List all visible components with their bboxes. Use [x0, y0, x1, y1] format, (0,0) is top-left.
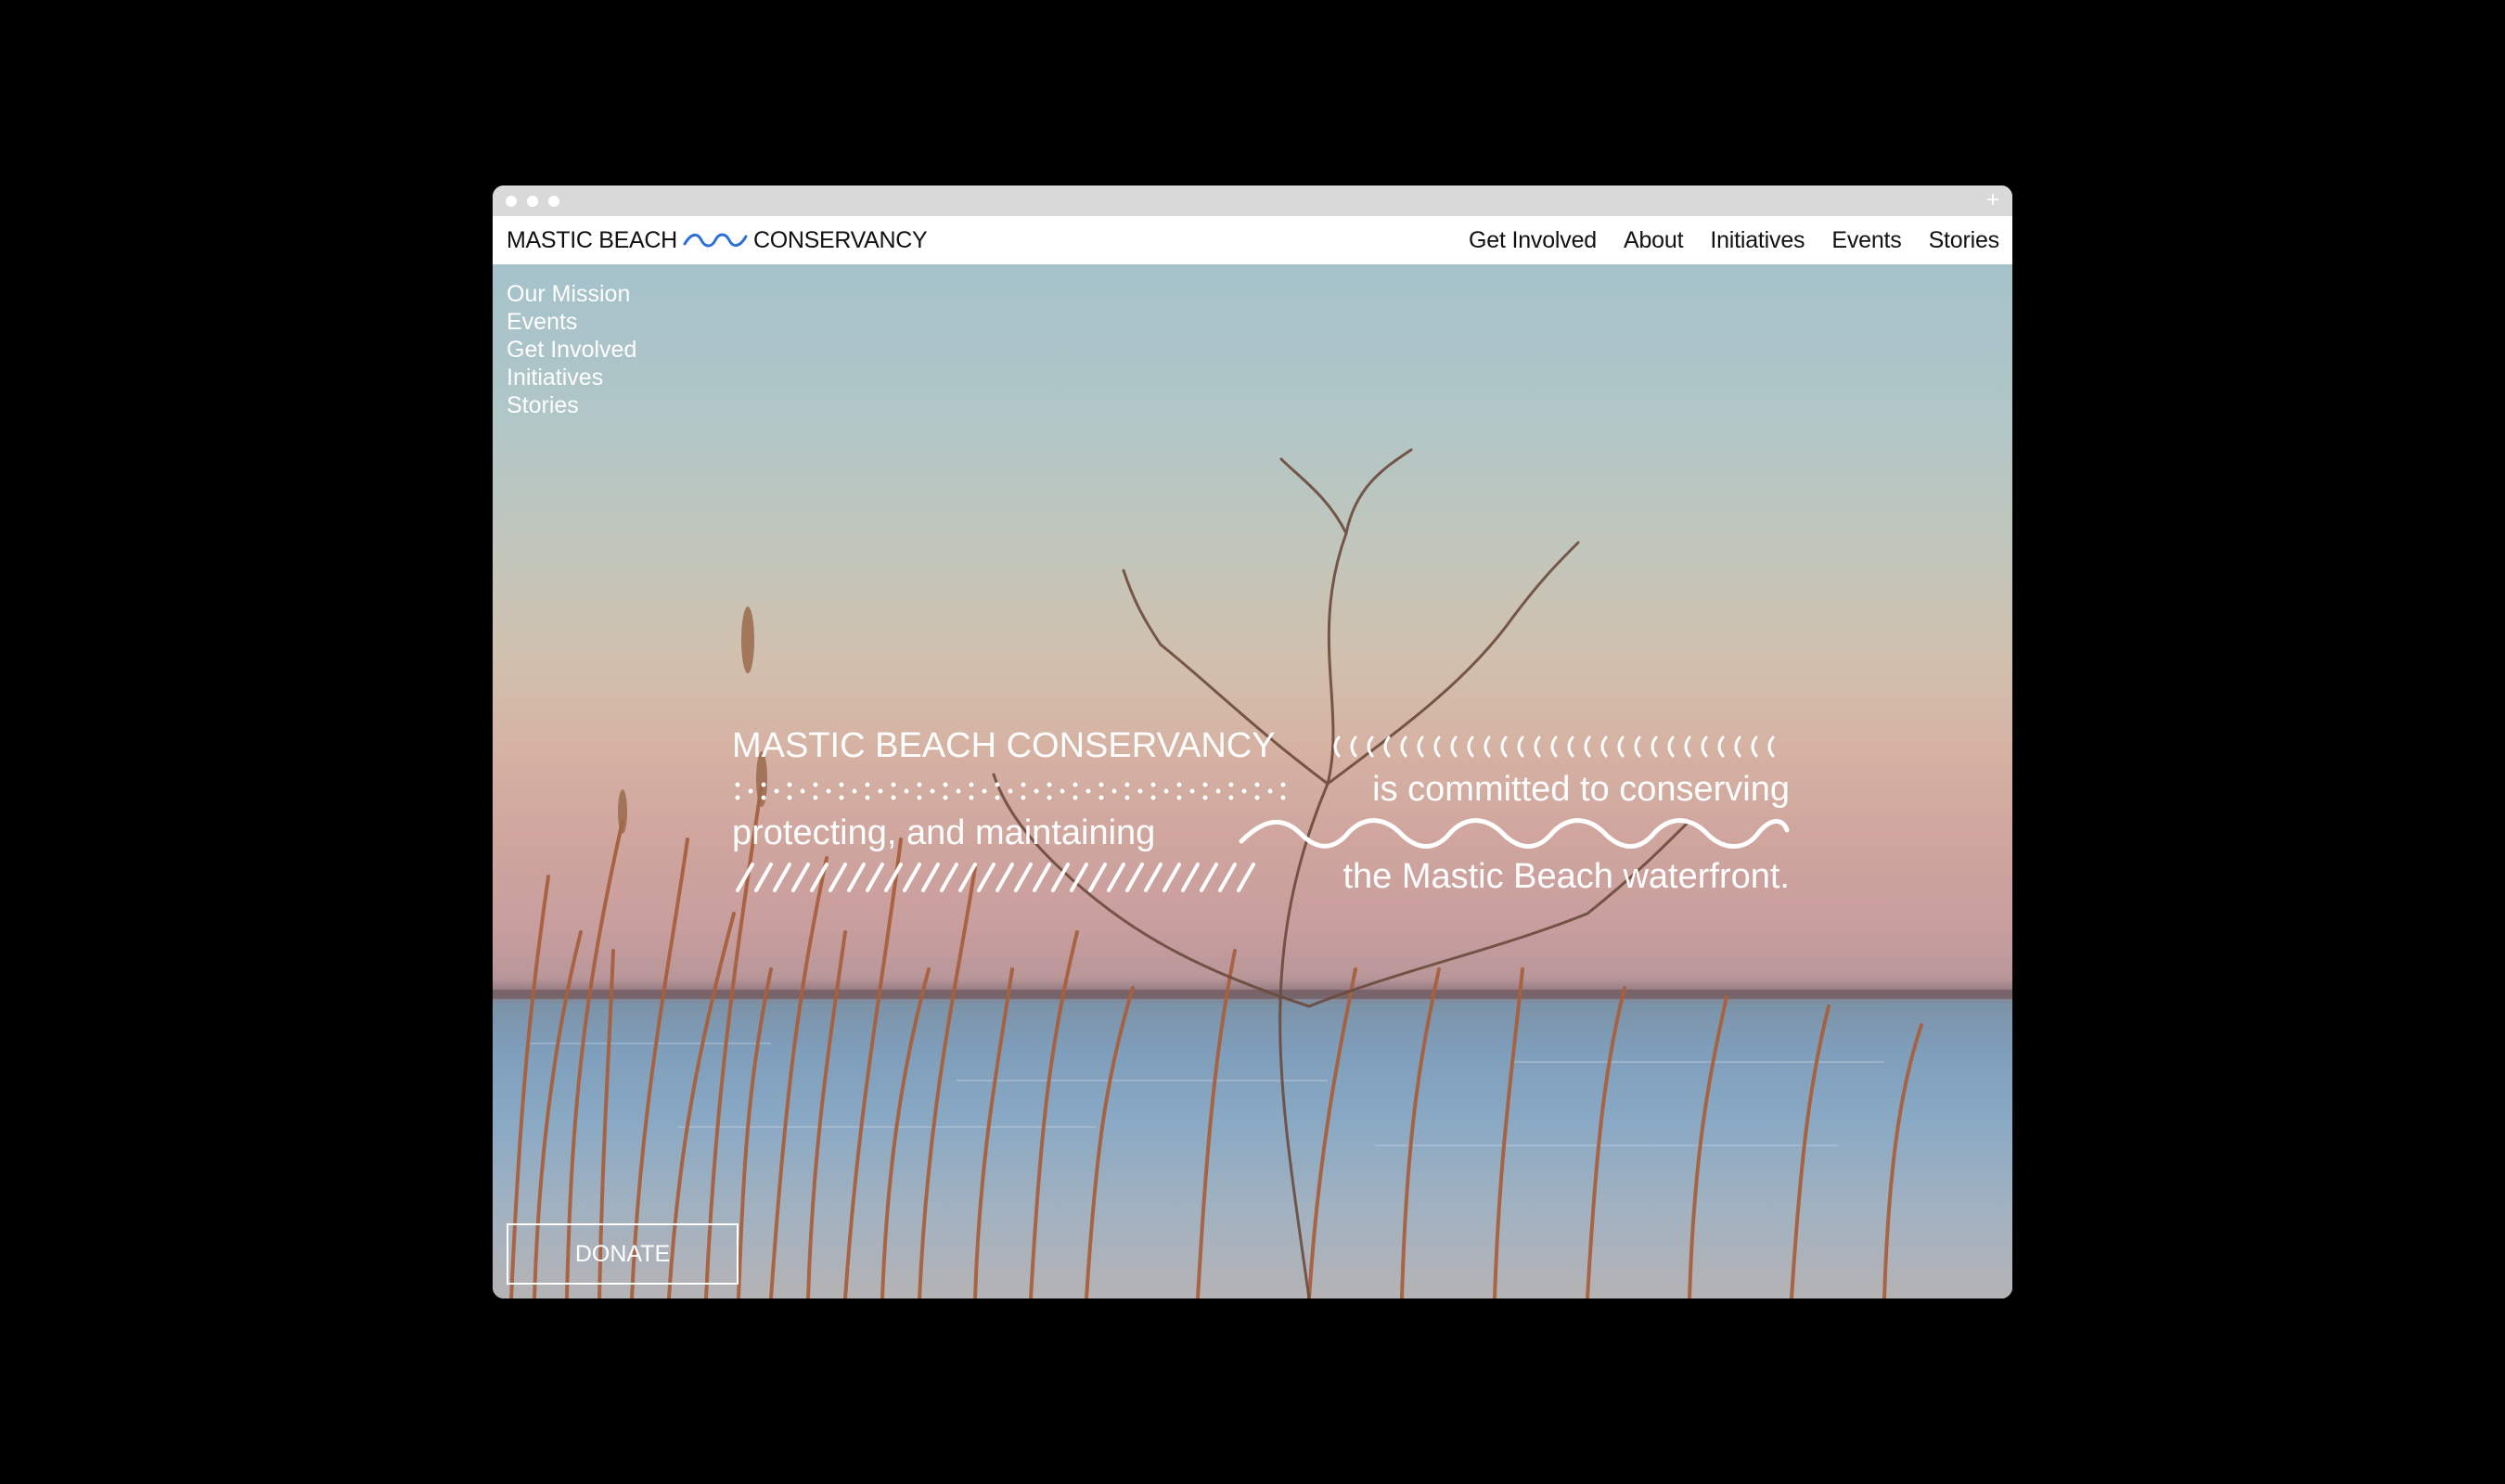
subnav-get-involved[interactable]: Get Involved — [507, 336, 636, 364]
subnav-stories[interactable]: Stories — [507, 391, 636, 419]
main-nav: Get Involved About Initiatives Events St… — [1469, 216, 1999, 264]
slash-pattern-icon — [736, 863, 1255, 892]
minimize-window-dot[interactable] — [527, 196, 538, 207]
nav-about[interactable]: About — [1624, 227, 1684, 254]
maximize-window-dot[interactable] — [548, 196, 559, 207]
new-tab-icon[interactable]: + — [1986, 189, 1999, 211]
statement-text-2: is committed to conserving — [1372, 770, 1790, 809]
browser-window: + MASTIC BEACH CONSERVANCY Get Involved … — [493, 186, 2012, 1298]
title-bar: + — [493, 186, 2012, 216]
statement-line-4: the Mastic Beach waterfront. — [732, 855, 1790, 899]
sub-nav: Our Mission Events Get Involved Initiati… — [507, 280, 636, 419]
site-logo[interactable]: MASTIC BEACH CONSERVANCY — [507, 216, 928, 264]
statement-title: MASTIC BEACH CONSERVANCY — [732, 726, 1276, 765]
wave-pattern-icon — [1239, 818, 1790, 849]
statement-line-1: MASTIC BEACH CONSERVANCY — [732, 724, 1790, 768]
dot-pattern-icon — [735, 782, 1286, 800]
statement-text-4: the Mastic Beach waterfront. — [1342, 857, 1790, 896]
subnav-events[interactable]: Events — [507, 308, 636, 336]
logo-text-left: MASTIC BEACH — [507, 226, 677, 253]
logo-text-right: CONSERVANCY — [752, 226, 928, 253]
hero-section: Our Mission Events Get Involved Initiati… — [493, 264, 2012, 1298]
statement-line-2: is committed to conserving — [732, 768, 1790, 812]
statement-text-3: protecting, and maintaining — [732, 813, 1156, 852]
site-header: MASTIC BEACH CONSERVANCY Get Involved Ab… — [493, 216, 2012, 265]
subnav-initiatives[interactable]: Initiatives — [507, 364, 636, 391]
nav-events[interactable]: Events — [1831, 227, 1901, 254]
arc-pattern-icon — [1333, 736, 1775, 758]
nav-stories[interactable]: Stories — [1929, 227, 2000, 254]
subnav-our-mission[interactable]: Our Mission — [507, 280, 636, 308]
donate-button[interactable]: DONATE — [507, 1223, 739, 1285]
mission-statement: MASTIC BEACH CONSERVANCY is committed to… — [732, 724, 1790, 899]
nav-get-involved[interactable]: Get Involved — [1469, 227, 1597, 254]
statement-line-3: protecting, and maintaining — [732, 812, 1790, 855]
nav-initiatives[interactable]: Initiatives — [1710, 227, 1805, 254]
close-window-dot[interactable] — [506, 196, 517, 207]
wave-logo-icon — [683, 233, 748, 248]
